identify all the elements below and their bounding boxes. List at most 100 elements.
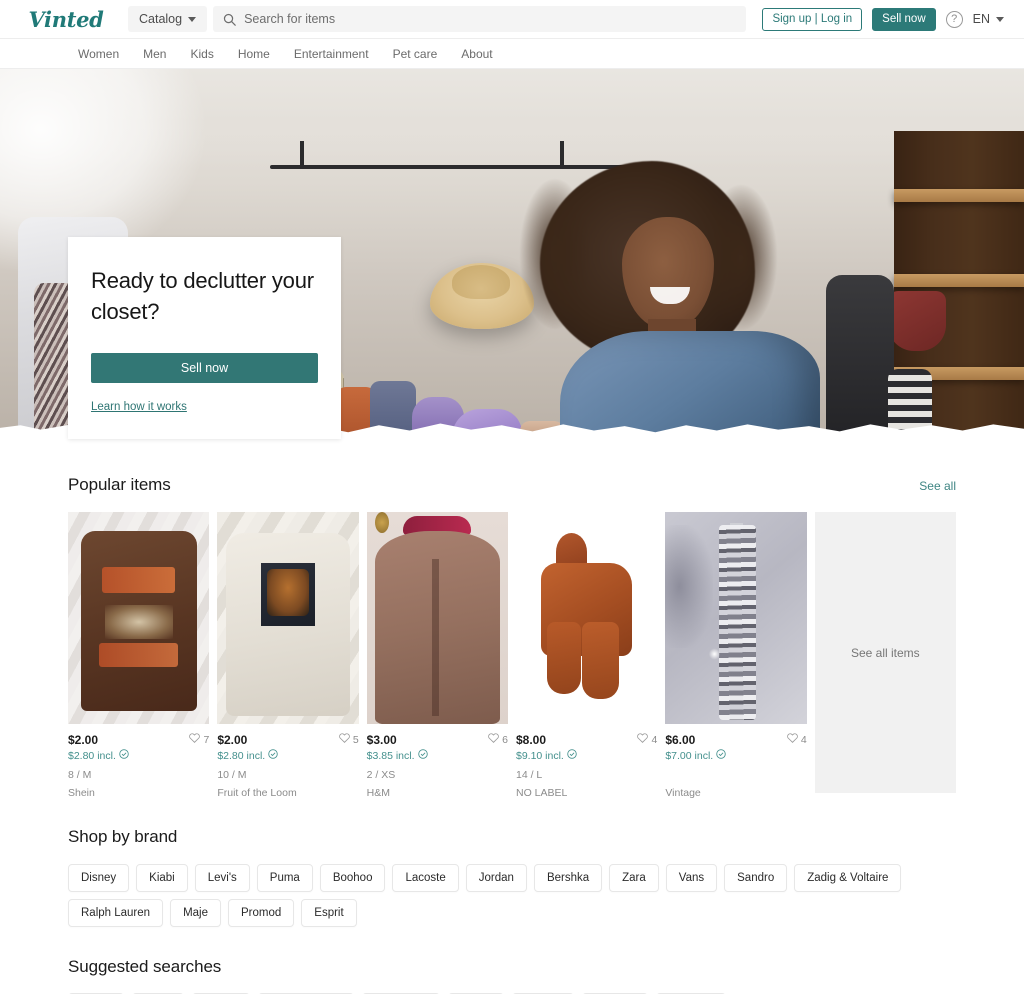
heart-icon[interactable] — [637, 733, 649, 746]
vinted-homepage: Vinted Catalog Sign up | Log in Sell now… — [0, 0, 1024, 994]
brand-chip-bershka[interactable]: Bershka — [533, 864, 603, 892]
hanging-garment — [826, 275, 894, 447]
product-price: $3.00 — [366, 733, 397, 747]
main-content: Popular items See all $2.00 7 $2.80 incl… — [0, 447, 1024, 994]
likes-count: 7 — [203, 733, 210, 746]
product-image[interactable] — [217, 512, 359, 724]
signup-login-button[interactable]: Sign up | Log in — [762, 7, 863, 31]
brand-chip-puma[interactable]: Puma — [256, 864, 313, 892]
brand-chip-boohoo[interactable]: Boohoo — [319, 864, 386, 892]
brand-chip-zadig-voltaire[interactable]: Zadig & Voltaire — [794, 864, 902, 892]
heart-icon[interactable] — [787, 733, 798, 746]
product-price-incl: $2.80 incl. — [68, 749, 209, 762]
heart-icon[interactable] — [339, 733, 350, 746]
product-card[interactable]: $3.00 6 $3.85 incl. 2 / XS H&M — [366, 512, 508, 799]
product-meta: $3.00 6 $3.85 incl. 2 / XS H&M — [367, 724, 508, 799]
popular-items-title: Popular items — [68, 475, 171, 494]
nav-item-home[interactable]: Home — [226, 47, 282, 61]
search-input[interactable] — [244, 12, 737, 26]
shop-by-brand-title: Shop by brand — [68, 827, 178, 846]
brand-chip-lacoste[interactable]: Lacoste — [392, 864, 459, 892]
see-all-items-label: See all items — [850, 645, 920, 660]
product-likes: 4 — [637, 733, 657, 746]
nav-item-kids[interactable]: Kids — [178, 47, 225, 61]
suggested-searches-header: Suggested searches — [68, 927, 956, 993]
popular-items-grid: $2.00 7 $2.80 incl. 8 / M Shein $2.00 5 … — [68, 512, 956, 799]
brand-chip-jordan[interactable]: Jordan — [465, 864, 527, 892]
price-incl-text: $2.80 incl. — [68, 749, 116, 762]
product-meta: $8.00 4 $9.10 incl. 14 / L NO LABEL — [516, 724, 657, 799]
likes-count: 6 — [502, 733, 508, 746]
catalog-dropdown[interactable]: Catalog — [128, 6, 208, 32]
search-icon — [223, 13, 236, 26]
product-size: 2 / XS — [366, 769, 396, 781]
nav-item-entertainment[interactable]: Entertainment — [282, 47, 381, 61]
product-image[interactable] — [366, 512, 508, 724]
product-meta: $2.00 5 $2.80 incl. 10 / M Fruit of the … — [217, 724, 358, 799]
nav-item-about[interactable]: About — [449, 47, 504, 61]
shop-by-brand-header: Shop by brand — [68, 799, 956, 864]
product-size: 8 / M — [68, 769, 92, 781]
product-likes: 6 — [488, 733, 508, 746]
clothes-rail — [270, 165, 664, 169]
hanging-bag — [888, 291, 946, 351]
brand-chip-kiabi[interactable]: Kiabi — [136, 864, 188, 892]
product-size: 14 / L — [515, 769, 543, 781]
popular-see-all-link[interactable]: See all — [919, 479, 956, 493]
product-price: $2.00 — [68, 733, 99, 747]
catalog-label: Catalog — [139, 12, 183, 26]
suggested-searches-title: Suggested searches — [68, 957, 222, 976]
product-price-incl: $3.85 incl. — [367, 749, 508, 762]
heart-icon[interactable] — [189, 733, 201, 746]
product-price-incl: $7.00 incl. — [665, 749, 806, 762]
learn-how-it-works-link[interactable]: Learn how it works — [91, 401, 187, 413]
price-incl-text: $7.00 incl. — [665, 749, 714, 762]
product-brand: Shein — [68, 787, 95, 799]
product-card[interactable]: $8.00 4 $9.10 incl. 14 / L NO LABEL — [515, 512, 658, 799]
see-all-items-tile[interactable]: See all items — [814, 512, 956, 793]
brand-chip-disney[interactable]: Disney — [68, 864, 130, 892]
brand-chip-promod[interactable]: Promod — [228, 899, 295, 927]
likes-count: 4 — [800, 733, 807, 746]
brand-chip-esprit[interactable]: Esprit — [301, 899, 357, 927]
product-card[interactable]: $2.00 7 $2.80 incl. 8 / M Shein — [68, 512, 210, 799]
nav-item-women[interactable]: Women — [68, 47, 131, 61]
sell-now-button[interactable]: Sell now — [872, 7, 936, 31]
search-bar[interactable] — [213, 6, 747, 32]
product-image[interactable] — [665, 512, 807, 724]
product-price-incl: $9.10 incl. — [516, 749, 657, 762]
product-likes: 5 — [339, 733, 359, 746]
rail-rod — [560, 141, 564, 167]
question-mark-icon[interactable]: ? — [945, 10, 963, 28]
chevron-down-icon — [188, 16, 197, 22]
hero-sell-now-button[interactable]: Sell now — [91, 353, 318, 383]
language-selector[interactable]: EN — [973, 12, 1006, 26]
product-price: $2.00 — [217, 733, 248, 747]
product-brand: Vintage — [665, 787, 701, 799]
brand-chip-levis[interactable]: Levi's — [194, 864, 250, 892]
product-image[interactable] — [515, 512, 658, 724]
vinted-logo[interactable]: Vinted — [0, 7, 128, 32]
likes-count: 5 — [352, 733, 359, 746]
product-meta: $6.00 4 $7.00 incl. Vintage — [665, 724, 806, 799]
product-brand: NO LABEL — [515, 787, 568, 799]
brand-chip-vans[interactable]: Vans — [665, 864, 718, 892]
buyer-protection-icon — [268, 749, 278, 762]
product-card[interactable]: $2.00 5 $2.80 incl. 10 / M Fruit of the … — [217, 512, 359, 799]
nav-item-men[interactable]: Men — [131, 47, 178, 61]
product-card[interactable]: $6.00 4 $7.00 incl. Vintage — [665, 512, 807, 799]
product-likes: 4 — [787, 733, 807, 746]
buyer-protection-icon — [716, 749, 726, 762]
hero-title: Ready to declutter your closet? — [91, 268, 314, 324]
header-actions: Sign up | Log in Sell now ? EN — [762, 7, 1006, 31]
brand-chip-maje[interactable]: Maje — [170, 899, 221, 927]
product-image[interactable] — [68, 512, 210, 724]
product-brand: H&M — [366, 787, 390, 799]
nav-item-pet-care[interactable]: Pet care — [381, 47, 450, 61]
brand-chip-ralph-lauren[interactable]: Ralph Lauren — [68, 899, 164, 927]
brand-chip-zara[interactable]: Zara — [609, 864, 659, 892]
product-likes: 7 — [189, 733, 209, 746]
heart-icon[interactable] — [488, 733, 499, 746]
brand-chip-sandro[interactable]: Sandro — [724, 864, 788, 892]
product-price: $8.00 — [515, 733, 547, 747]
